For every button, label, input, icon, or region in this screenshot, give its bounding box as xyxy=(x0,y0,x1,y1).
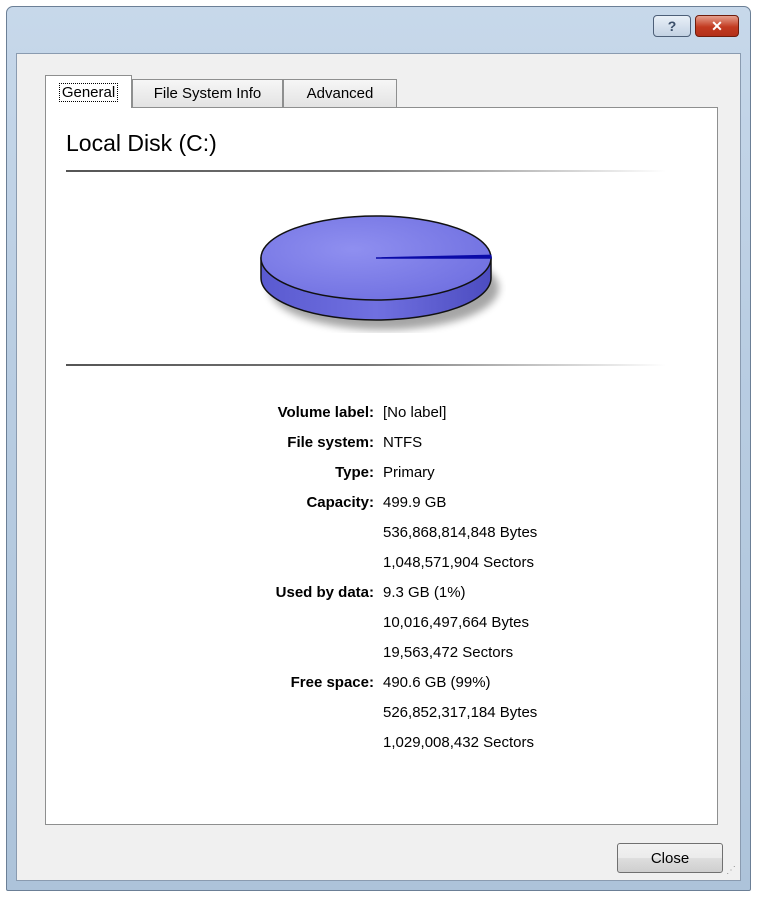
close-button[interactable]: Close xyxy=(617,843,723,873)
capacity-sectors-value: 1,048,571,904 Sectors xyxy=(383,554,534,571)
tab-general[interactable]: General xyxy=(45,75,132,108)
free-sectors-value: 1,029,008,432 Sectors xyxy=(383,734,534,751)
properties-dialog: ? ✕ General File System Info Advanced Lo… xyxy=(6,6,751,891)
volume-label-value: [No label] xyxy=(383,404,447,421)
title-divider xyxy=(66,170,666,172)
resize-grip-icon[interactable]: ⋰ xyxy=(726,865,736,876)
file-system-label: File system: xyxy=(287,434,374,451)
used-value: 9.3 GB (1%) xyxy=(383,584,466,601)
capacity-label: Capacity: xyxy=(306,494,374,511)
help-button[interactable]: ? xyxy=(653,15,691,37)
general-tab-panel: Local Disk (C:) Volume label: [No label]… xyxy=(45,107,718,825)
tab-advanced-label: Advanced xyxy=(306,85,374,102)
capacity-value: 499.9 GB xyxy=(383,494,447,511)
tab-advanced[interactable]: Advanced xyxy=(283,79,397,107)
used-label: Used by data: xyxy=(275,584,374,601)
used-bytes-value: 10,016,497,664 Bytes xyxy=(383,614,529,631)
title-bar[interactable]: ? ✕ xyxy=(7,7,750,53)
capacity-bytes-value: 536,868,814,848 Bytes xyxy=(383,524,538,541)
chart-divider xyxy=(66,364,666,366)
file-system-value: NTFS xyxy=(383,434,423,451)
tab-general-label: General xyxy=(58,82,119,102)
free-value: 490.6 GB (99%) xyxy=(383,674,491,691)
disk-usage-pie-chart xyxy=(246,193,506,338)
free-label: Free space: xyxy=(290,674,374,691)
drive-title: Local Disk (C:) xyxy=(66,130,217,156)
question-mark-icon: ? xyxy=(667,18,677,34)
volume-label-label: Volume label: xyxy=(277,404,374,421)
type-value: Primary xyxy=(383,464,435,481)
close-x-icon: ✕ xyxy=(711,17,723,34)
used-sectors-value: 19,563,472 Sectors xyxy=(383,644,514,661)
tab-file-system-info[interactable]: File System Info xyxy=(132,79,283,107)
window-close-button[interactable]: ✕ xyxy=(695,15,739,37)
free-bytes-value: 526,852,317,184 Bytes xyxy=(383,704,538,721)
type-label: Type: xyxy=(335,464,374,481)
dialog-client-area: General File System Info Advanced Local … xyxy=(16,53,741,881)
tab-file-system-info-label: File System Info xyxy=(153,85,262,102)
